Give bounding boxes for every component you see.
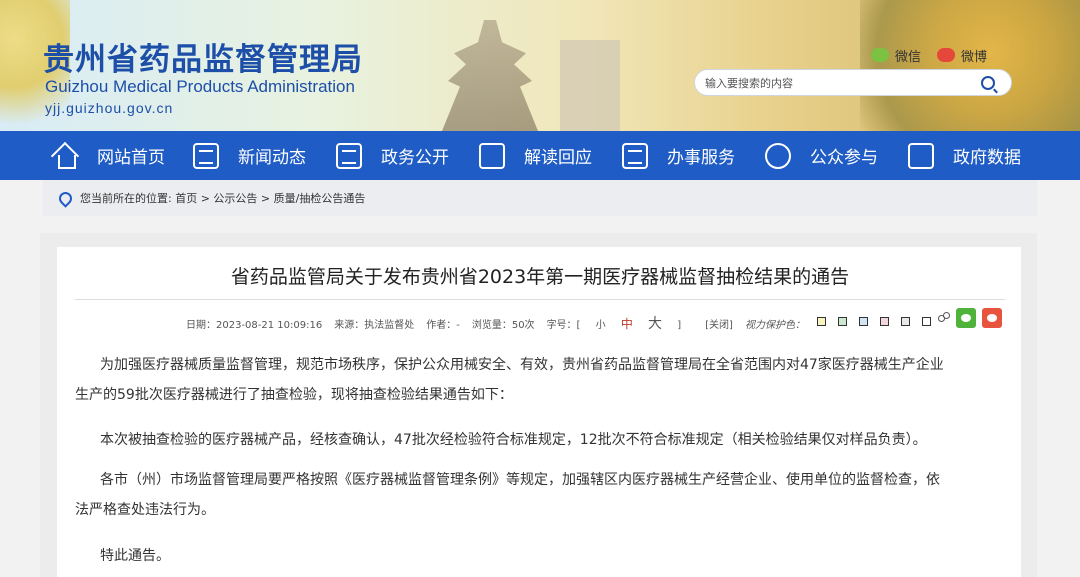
nav-item-government-affairs[interactable]: 政务公开 — [336, 131, 449, 180]
nav-item-interpretation[interactable]: 解读回应 — [479, 131, 592, 180]
article-paragraph-continued: 生产的59批次医疗器械进行了抽查检验，现将抽查检验结果通告如下： — [75, 387, 513, 403]
article-title: 省药品监管局关于发布贵州省2023年第一期医疗器械监督抽检结果的通告 — [230, 266, 850, 288]
font-size-label: 字号：[ — [546, 320, 581, 331]
article-panel — [57, 247, 1021, 577]
nav-item-public-participation[interactable]: 公众参与 — [765, 131, 878, 180]
nav-item-government-data[interactable]: 政府数据 — [908, 131, 1021, 180]
article-paragraph-continued: 法严格查处违法行为。 — [75, 502, 215, 518]
banner-building-image — [560, 40, 620, 131]
breadcrumb: 您当前所在的位置: 首页 > 公示公告 > 质量/抽检公告通告 — [43, 180, 1037, 216]
wechat-share-icon[interactable] — [956, 308, 976, 328]
eye-protection-color-swatch[interactable] — [879, 317, 889, 326]
eye-protection-color-swatch[interactable] — [921, 317, 931, 326]
eye-protection-color-swatch[interactable] — [858, 317, 868, 326]
article-paragraph: 各市（州）市场监督管理局要严格按照《医疗器械监督管理条例》等规定，加强辖区内医疗… — [100, 472, 940, 488]
publish-date: 日期：2023-08-21 10:09:16 — [186, 319, 323, 331]
article-paragraph: 为加强医疗器械质量监督管理，规范市场秩序，保护公众用械安全、有效，贵州省药品监督… — [100, 357, 944, 373]
nav-item-label: 解读回应 — [524, 148, 592, 168]
site-name-english: Guizhou Medical Products Administration — [45, 77, 355, 96]
wechat-label: 微信 — [895, 49, 922, 65]
news-icon — [193, 142, 219, 169]
title-divider — [75, 299, 1005, 300]
nav-item-label: 办事服务 — [667, 148, 735, 168]
main-nav: 网站首页 新闻动态 政务公开 解读回应 办事服务 公众参与 政府数据 — [0, 131, 1080, 180]
eye-protection-color-swatch[interactable] — [837, 317, 847, 326]
search-icon[interactable] — [981, 76, 995, 90]
book-icon — [479, 142, 505, 169]
eye-protection-color-swatch[interactable] — [816, 317, 826, 326]
article-meta: 日期：2023-08-21 10:09:16 来源：执法监督处 作者：- 浏览量… — [186, 313, 955, 333]
wechat-icon — [871, 48, 889, 62]
article-source: 来源：执法监督处 — [334, 319, 415, 331]
font-size-close-bracket: ] — [677, 320, 682, 331]
eye-protection-colors — [816, 317, 943, 329]
search-box — [694, 69, 1012, 96]
article-author: 作者：- — [426, 319, 460, 331]
service-icon — [622, 142, 648, 169]
site-name[interactable]: 贵州省药品监督管理局 — [43, 34, 363, 79]
breadcrumb-text[interactable]: 您当前所在的位置: 首页 > 公示公告 > 质量/抽检公告通告 — [80, 190, 365, 206]
nav-item-label: 新闻动态 — [238, 148, 306, 168]
article-paragraph: 本次被抽查检验的医疗器械产品，经核查确认，47批次经检验符合标准规定，12批次不… — [100, 432, 927, 448]
nav-item-services[interactable]: 办事服务 — [622, 131, 735, 180]
chat-icon — [765, 142, 791, 169]
wechat-link[interactable]: 微信 — [871, 45, 921, 65]
eye-protection-label: 视力保护色： — [744, 319, 805, 331]
share-icon[interactable] — [938, 312, 950, 324]
article-paragraph: 特此通告。 — [100, 548, 170, 564]
data-icon — [908, 142, 934, 169]
font-size-control: 字号：[ 小 中 大 ] — [547, 313, 694, 333]
location-pin-icon — [56, 188, 75, 208]
document-icon — [336, 142, 362, 169]
banner-pavilion-image — [442, 20, 538, 131]
weibo-label: 微博 — [961, 49, 988, 65]
search-input[interactable] — [705, 74, 965, 92]
nav-item-label: 政府数据 — [953, 148, 1021, 168]
nav-item-home[interactable]: 网站首页 — [52, 131, 165, 180]
nav-item-label: 网站首页 — [97, 148, 165, 168]
weibo-share-icon[interactable] — [982, 308, 1002, 328]
nav-item-label: 公众参与 — [810, 148, 878, 168]
view-count: 浏览量：50次 — [471, 319, 535, 331]
banner-foliage-image — [860, 0, 1080, 131]
close-link[interactable]: [关闭] — [705, 316, 733, 331]
font-size-medium[interactable]: 中 — [621, 317, 633, 331]
weibo-link[interactable]: 微博 — [937, 45, 987, 65]
home-icon — [52, 143, 78, 169]
nav-item-label: 政务公开 — [381, 148, 449, 168]
site-url: yjj.guizhou.gov.cn — [45, 100, 174, 116]
eye-protection-color-swatch[interactable] — [900, 317, 910, 326]
font-size-small[interactable]: 小 — [596, 320, 606, 331]
font-size-large[interactable]: 大 — [648, 316, 662, 332]
nav-item-news[interactable]: 新闻动态 — [193, 131, 306, 180]
weibo-icon — [937, 48, 955, 62]
